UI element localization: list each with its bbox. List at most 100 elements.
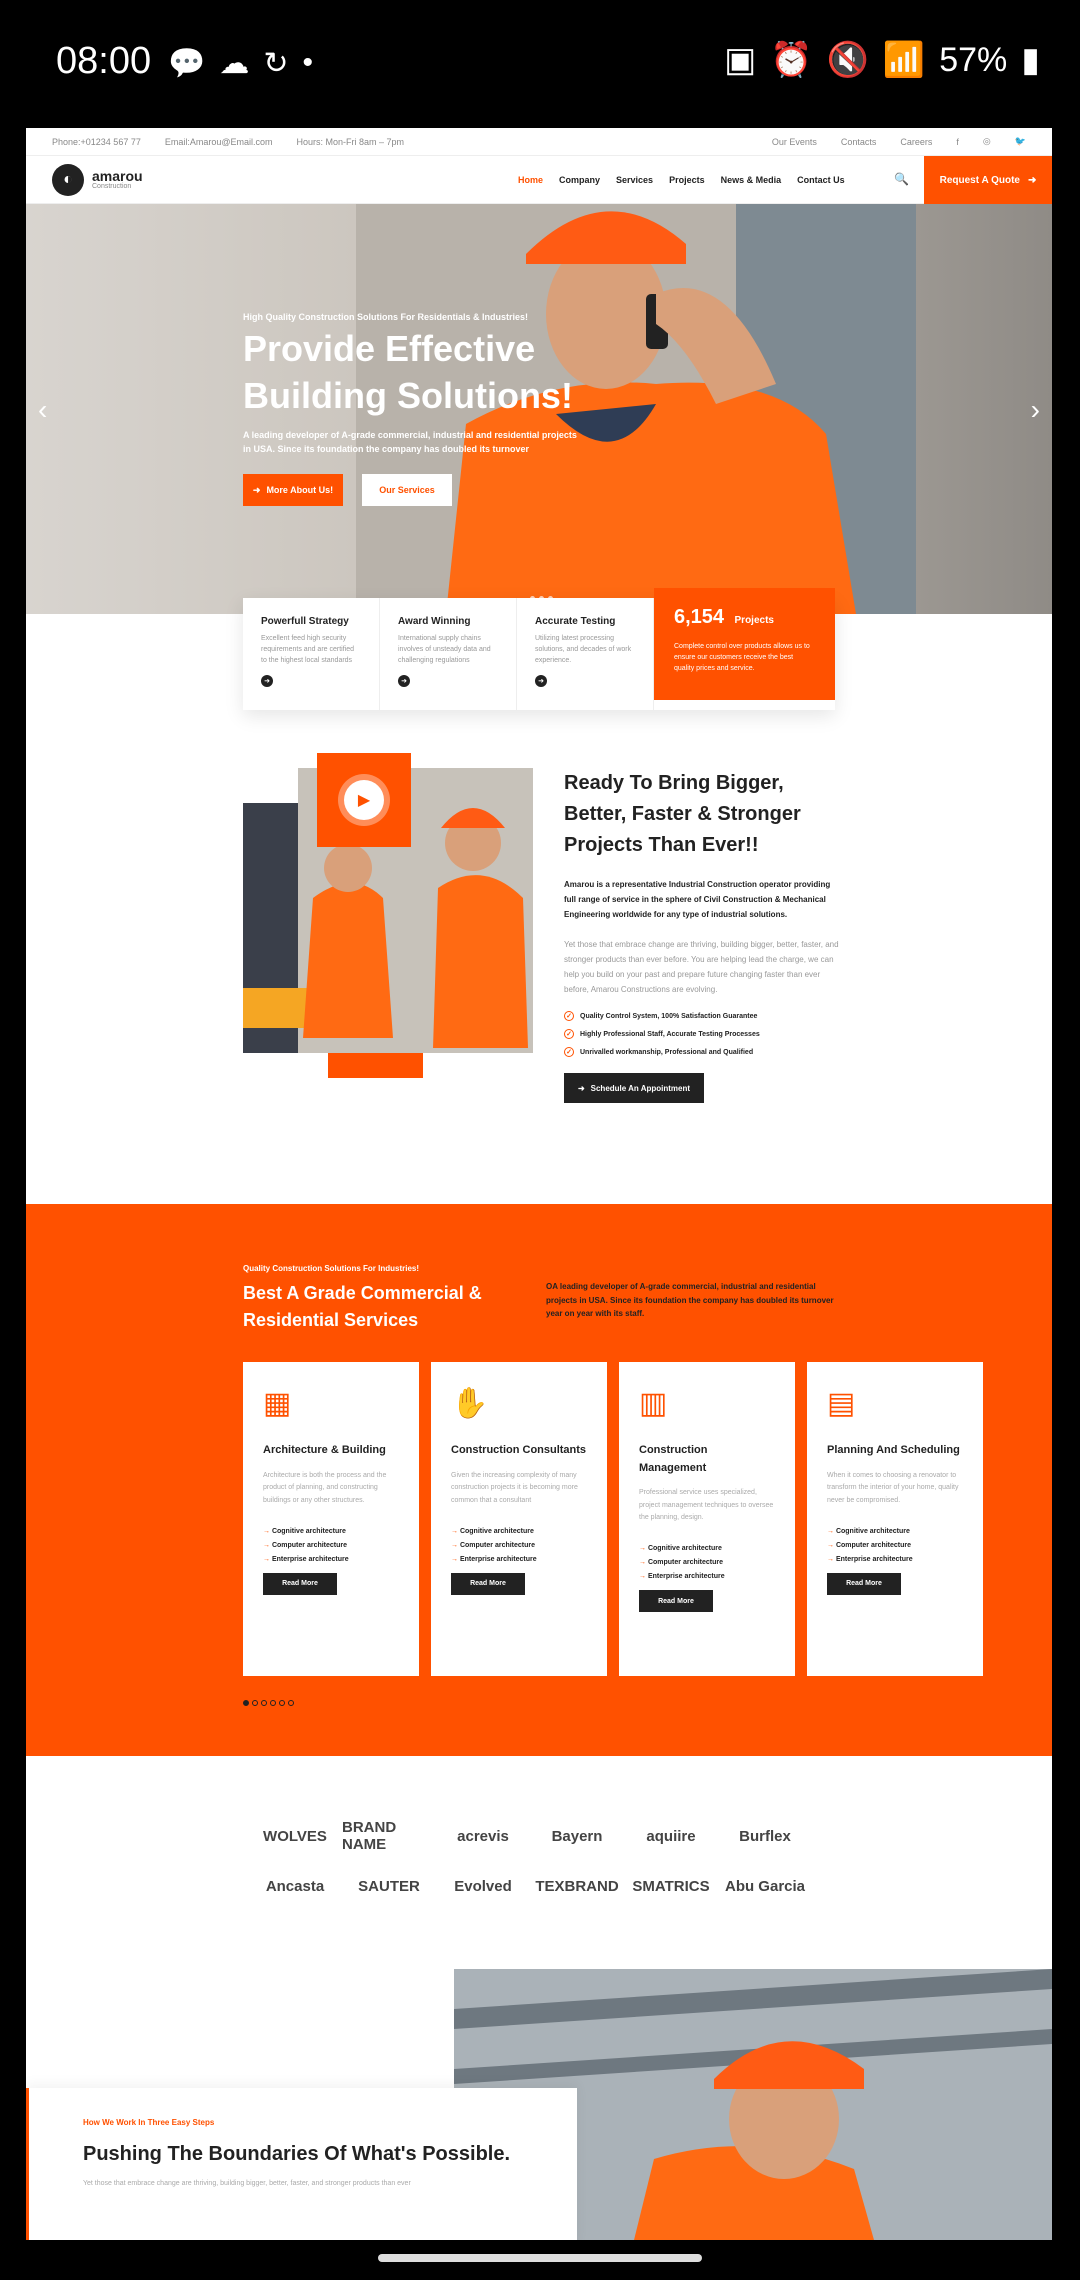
check-icon: ✓	[564, 1011, 574, 1022]
services-intro: OA leading developer of A-grade commerci…	[546, 1282, 834, 1319]
status-time: 08:00	[56, 40, 152, 82]
feature-card: Accurate Testing Utilizing latest proces…	[517, 598, 654, 710]
arrow-circle-icon[interactable]: ➜	[535, 674, 547, 687]
hero-title: Provide Effective Building Solutions!	[243, 328, 573, 416]
instagram-icon[interactable]: ◎	[983, 136, 991, 147]
services-section: Quality Construction Solutions For Indus…	[26, 1204, 1052, 1756]
facebook-icon[interactable]: f	[956, 137, 959, 147]
service-cards: ▦ Architecture & Building Architecture i…	[243, 1362, 983, 1676]
service-item: Enterprise architecture	[639, 1573, 775, 1580]
request-quote-label: Request A Quote	[939, 174, 1020, 186]
brand-logos: WOLVES BRAND NAME acrevis Bayern aquiire…	[248, 1819, 848, 1901]
slider-next-icon[interactable]: ›	[1031, 394, 1040, 426]
check-icon: ✓	[564, 1047, 574, 1058]
sync-icon: ↻	[263, 47, 289, 80]
main-nav: Home Company Services Projects News & Me…	[518, 156, 845, 204]
status-bar: 08:00 💬 ☁ ↻ • ▣ ⏰ 🔇 📶 57% ▮	[0, 0, 1080, 128]
projects-count: 6,154	[674, 606, 725, 628]
feature-card: Award Winning International supply chain…	[380, 598, 517, 710]
steps-kicker: How We Work In Three Easy Steps	[83, 2118, 215, 2127]
brand-logo: Burflex	[739, 1827, 791, 1845]
play-video-button[interactable]: ▶	[317, 753, 411, 847]
nav-services[interactable]: Services	[616, 175, 653, 185]
topbar-link-contacts[interactable]: Contacts	[841, 137, 877, 147]
top-info-bar: Phone:+01234 567 77 Email:Amarou@Email.c…	[26, 128, 1052, 156]
about-lead: Amarou is a representative Industrial Co…	[564, 880, 831, 920]
nav-company[interactable]: Company	[559, 175, 600, 185]
feature-desc: International supply chains involves of …	[398, 635, 491, 665]
battery-icon: ▮	[1021, 41, 1040, 79]
arrow-circle-icon[interactable]: ➜	[261, 674, 273, 687]
service-card: ✋ Construction Consultants Given the inc…	[431, 1362, 607, 1676]
features-strip: Powerfull Strategy Excellent feed high s…	[243, 588, 835, 710]
service-item: Computer architecture	[639, 1559, 775, 1566]
service-item: Computer architecture	[451, 1542, 587, 1549]
brand-logo: Evolved	[454, 1877, 512, 1895]
nav-projects[interactable]: Projects	[669, 175, 705, 185]
arrow-circle-icon[interactable]: ➜	[398, 674, 410, 687]
topbar-link-careers[interactable]: Careers	[900, 137, 932, 147]
brand-logo: SAUTER	[358, 1877, 420, 1895]
arrow-circle-icon: ➜	[252, 484, 261, 495]
steps-title: Pushing The Boundaries Of What's Possibl…	[83, 2143, 511, 2165]
home-gesture-bar[interactable]	[378, 2254, 702, 2262]
logo-mark-icon: ◐	[52, 163, 84, 196]
wifi-icon: 📶	[882, 41, 926, 79]
twitter-icon[interactable]: 🐦	[1015, 136, 1026, 147]
service-item: Enterprise architecture	[263, 1556, 399, 1563]
feature-desc: Utilizing latest processing solutions, a…	[535, 635, 632, 665]
brick-wall-icon: ▦	[263, 1387, 292, 1420]
projects-desc: Complete control over products allows us…	[674, 643, 810, 673]
site-logo[interactable]: ◐ amarou Construction	[52, 163, 143, 196]
feature-title: Accurate Testing	[535, 616, 616, 627]
brand-logo: WOLVES	[263, 1827, 327, 1845]
service-item: Computer architecture	[827, 1542, 963, 1549]
service-desc: Professional service uses specialized, p…	[639, 1489, 774, 1522]
brand-logo: aquiire	[646, 1827, 696, 1845]
service-item: Cognitive architecture	[827, 1528, 963, 1535]
web-page: Phone:+01234 567 77 Email:Amarou@Email.c…	[26, 128, 1052, 2240]
gloves-icon: ✋	[451, 1387, 489, 1420]
service-title: Construction Management	[639, 1444, 708, 1474]
check-item: ✓ Highly Professional Staff, Accurate Tes…	[564, 1029, 844, 1040]
check-icon: ✓	[564, 1029, 574, 1040]
brand-logo: SMATRICS	[632, 1877, 710, 1895]
email-info: Email:Amarou@Email.com	[164, 136, 273, 147]
arrow-icon: ➜	[1028, 174, 1037, 186]
phone-info: Phone:+01234 567 77	[52, 136, 141, 147]
brand-logo: TEXBRAND	[535, 1877, 619, 1895]
topbar-link-events[interactable]: Our Events	[772, 137, 817, 147]
services-pagination[interactable]	[243, 1700, 294, 1706]
about-body: Yet those that embrace change are thrivi…	[564, 939, 839, 995]
brand-logo: acrevis	[457, 1827, 509, 1845]
battery-percent: 57%	[939, 40, 1008, 79]
brand-logo: BRAND NAME	[342, 1819, 397, 1853]
check-item: ✓ Unrivalled workmanship, Professional an…	[564, 1047, 844, 1058]
projects-label: Projects	[734, 615, 774, 626]
read-more-button[interactable]: Read More	[639, 1590, 713, 1613]
slider-prev-icon[interactable]: ‹	[38, 394, 47, 426]
request-quote-button[interactable]: Request A Quote ➜	[924, 156, 1052, 204]
read-more-button[interactable]: Read More	[827, 1572, 901, 1595]
alarm-icon: ⏰	[770, 41, 813, 79]
steps-body: Yet those that embrace change are thrivi…	[83, 2180, 411, 2187]
nav-home[interactable]: Home	[518, 175, 543, 185]
service-title: Architecture & Building	[263, 1444, 386, 1456]
nav-news[interactable]: News & Media	[721, 175, 782, 185]
search-icon[interactable]: 🔍	[894, 172, 909, 186]
about-section: Ready To Bring Bigger, Better, Faster & …	[564, 768, 844, 1104]
read-more-button[interactable]: Read More	[263, 1572, 337, 1595]
safety-vest-icon: ▥	[639, 1387, 668, 1420]
read-more-button[interactable]: Read More	[451, 1572, 525, 1595]
our-services-button[interactable]: Our Services	[362, 474, 452, 506]
nav-contact[interactable]: Contact Us	[797, 175, 845, 185]
feature-desc: Excellent feed high security requirement…	[261, 635, 354, 665]
service-item: Cognitive architecture	[263, 1528, 399, 1535]
more-about-button[interactable]: ➜ More About Us!	[243, 474, 343, 506]
about-title: Ready To Bring Bigger, Better, Faster & …	[564, 772, 801, 856]
brand-logo: Bayern	[551, 1827, 603, 1845]
hero-slider: High Quality Construction Solutions For …	[26, 204, 1052, 614]
schedule-appointment-button[interactable]: ➜ Schedule An Appointment	[564, 1073, 704, 1104]
service-item: Cognitive architecture	[639, 1545, 775, 1552]
main-header: ◐ amarou Construction Home Company Servi…	[26, 156, 1052, 204]
